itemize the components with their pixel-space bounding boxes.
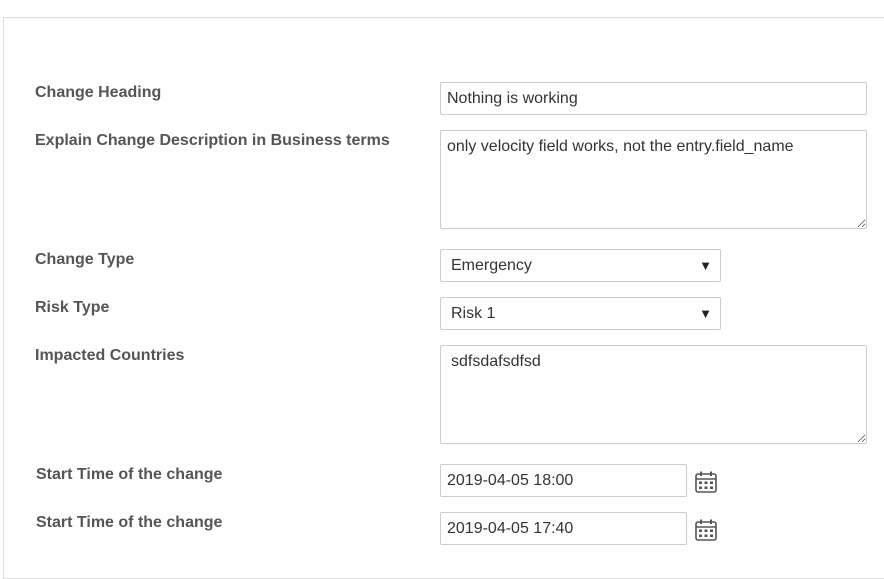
risk-type-label: Risk Type bbox=[35, 299, 110, 316]
start-time-label-2: Start Time of the change bbox=[36, 514, 223, 531]
impacted-countries-label: Impacted Countries bbox=[35, 347, 185, 364]
change-heading-label: Change Heading bbox=[35, 84, 162, 101]
start-time-label: Start Time of the change bbox=[36, 466, 223, 483]
chevron-down-icon: ▼ bbox=[699, 306, 712, 321]
change-type-label: Change Type bbox=[35, 251, 135, 268]
change-heading-input[interactable] bbox=[440, 82, 867, 115]
calendar-icon[interactable] bbox=[694, 518, 718, 542]
description-textarea[interactable]: only velocity field works, not the entry… bbox=[440, 130, 867, 229]
change-type-select[interactable]: Emergency ▼ bbox=[440, 249, 721, 282]
risk-type-select[interactable]: Risk 1 ▼ bbox=[440, 297, 721, 330]
impacted-countries-textarea[interactable]: sdfsdafsdfsd bbox=[440, 345, 867, 444]
chevron-down-icon: ▼ bbox=[699, 258, 712, 273]
calendar-icon[interactable] bbox=[694, 470, 718, 494]
description-label: Explain Change Description in Business t… bbox=[35, 132, 390, 149]
risk-type-selected-value: Risk 1 bbox=[451, 305, 496, 322]
start-time-input[interactable] bbox=[440, 464, 687, 497]
change-type-selected-value: Emergency bbox=[451, 257, 532, 274]
start-time-input-2[interactable] bbox=[440, 512, 687, 545]
